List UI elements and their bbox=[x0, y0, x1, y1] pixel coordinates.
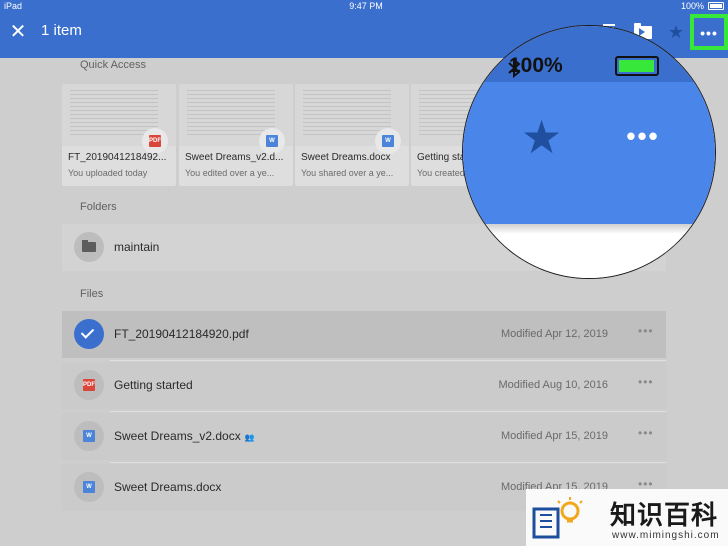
word-badge: W bbox=[259, 128, 285, 154]
word-icon: W bbox=[83, 430, 95, 442]
magnified-status-bar bbox=[463, 26, 715, 82]
watermark: 知识百科 www.mimingshi.com bbox=[526, 489, 728, 546]
file-name: Getting started bbox=[114, 378, 193, 392]
magnified-more-icon: ••• bbox=[626, 121, 660, 151]
file-modified: Modified Aug 10, 2016 bbox=[498, 379, 608, 391]
file-modified: Modified Apr 12, 2019 bbox=[500, 328, 608, 340]
magnified-battery-percent: 100% bbox=[509, 54, 563, 77]
magnified-app-bar bbox=[463, 82, 715, 224]
folders-label: Folders bbox=[80, 201, 117, 213]
magnified-star-icon: ★ bbox=[521, 111, 563, 163]
more-icon[interactable]: ••• bbox=[638, 427, 654, 439]
magnified-battery-icon bbox=[615, 56, 659, 76]
selection-count: 1 item bbox=[41, 22, 82, 39]
file-row[interactable]: PDF Getting started Modified Aug 10, 201… bbox=[62, 362, 666, 409]
pdf-badge: PDF bbox=[142, 128, 168, 154]
word-badge: W bbox=[74, 421, 104, 451]
file-row[interactable]: FT_20190412184920.pdf Modified Apr 12, 2… bbox=[62, 311, 666, 358]
more-icon[interactable]: ••• bbox=[638, 325, 654, 337]
quick-access-label: Quick Access bbox=[80, 59, 147, 71]
word-badge: W bbox=[74, 472, 104, 502]
status-bar: iPad 9:47 PM 100% bbox=[0, 0, 728, 12]
watermark-title: 知识百科 bbox=[610, 500, 719, 530]
more-icon[interactable]: ••• bbox=[638, 376, 654, 388]
close-icon[interactable]: ✕ bbox=[6, 20, 30, 44]
pdf-icon: PDF bbox=[149, 135, 161, 147]
card-subtitle: You edited over a ye... bbox=[185, 168, 275, 178]
quick-access-card[interactable]: PDF FT_2019041218492... You uploaded tod… bbox=[62, 84, 176, 186]
pdf-badge: PDF bbox=[74, 370, 104, 400]
check-icon[interactable] bbox=[74, 319, 104, 349]
folder-name: maintain bbox=[114, 240, 160, 254]
card-name: Sweet Dreams.docx bbox=[301, 152, 391, 163]
file-name: FT_20190412184920.pdf bbox=[114, 327, 249, 341]
file-modified: Modified Apr 15, 2019 bbox=[500, 430, 608, 442]
word-icon: W bbox=[266, 135, 278, 147]
file-name-text: Sweet Dreams_v2.docx bbox=[114, 429, 241, 443]
card-name: FT_2019041218492... bbox=[68, 152, 167, 163]
device-label: iPad bbox=[4, 1, 23, 11]
divider bbox=[110, 462, 666, 463]
magnified-shadow bbox=[463, 224, 715, 234]
word-icon: W bbox=[83, 481, 95, 493]
zoom-magnifier: 100% ★ ••• bbox=[462, 25, 716, 279]
status-time: 9:47 PM bbox=[349, 1, 383, 11]
file-name: Sweet Dreams_v2.docx 👥 bbox=[114, 429, 255, 443]
pdf-icon: PDF bbox=[83, 379, 95, 391]
file-name: Sweet Dreams.docx bbox=[114, 480, 222, 494]
card-name: Sweet Dreams_v2.d... bbox=[185, 152, 284, 163]
divider bbox=[110, 360, 666, 361]
word-badge: W bbox=[375, 128, 401, 154]
quick-access-card[interactable]: W Sweet Dreams.docx You shared over a ye… bbox=[295, 84, 409, 186]
book-bulb-logo-icon bbox=[532, 497, 583, 539]
watermark-url: www.mimingshi.com bbox=[612, 530, 720, 541]
card-subtitle: You shared over a ye... bbox=[301, 168, 394, 178]
battery-percent: 100% bbox=[680, 1, 704, 11]
word-icon: W bbox=[382, 135, 394, 147]
shared-icon: 👥 bbox=[244, 433, 255, 442]
battery-icon bbox=[708, 2, 724, 10]
files-label: Files bbox=[80, 288, 104, 300]
card-subtitle: You uploaded today bbox=[68, 168, 148, 178]
quick-access-card[interactable]: W Sweet Dreams_v2.d... You edited over a… bbox=[179, 84, 293, 186]
file-row[interactable]: W Sweet Dreams_v2.docx 👥 Modified Apr 15,… bbox=[62, 413, 666, 460]
divider bbox=[110, 411, 666, 412]
folder-icon bbox=[74, 232, 104, 262]
